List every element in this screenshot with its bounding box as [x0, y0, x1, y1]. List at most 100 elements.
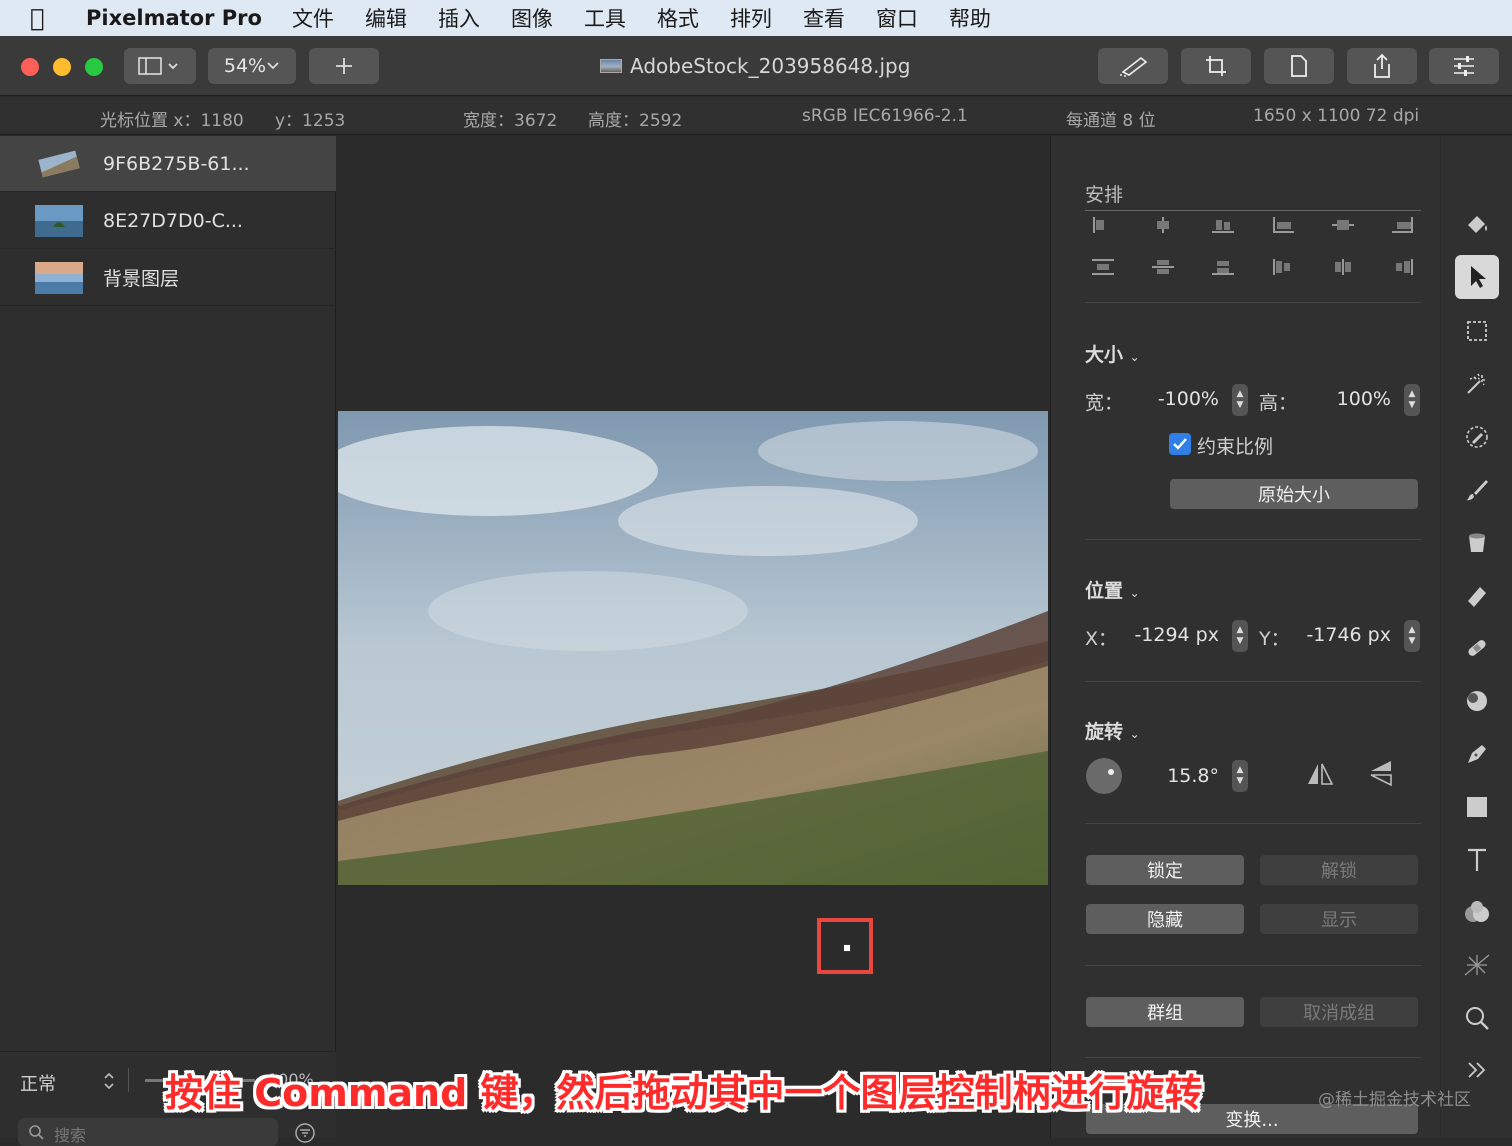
menu-tools[interactable]: 工具: [584, 3, 626, 33]
height-stepper[interactable]: ▲ ▼: [1404, 384, 1420, 416]
format-button[interactable]: [1264, 48, 1334, 84]
share-button[interactable]: [1347, 48, 1417, 84]
menu-image[interactable]: 图像: [511, 3, 553, 33]
zoom-tool[interactable]: [1455, 996, 1499, 1040]
erase-tool[interactable]: [1455, 574, 1499, 618]
rectangular-selection-tool[interactable]: [1455, 309, 1499, 353]
distribute-right-icon[interactable]: [1391, 258, 1415, 276]
distribute-middle-icon[interactable]: [1151, 258, 1175, 276]
chevron-down-icon: ⌄: [1129, 727, 1140, 741]
menu-file[interactable]: 文件: [292, 3, 334, 33]
shape-tool[interactable]: [1455, 785, 1499, 829]
eyedropper-icon: [1466, 426, 1488, 448]
menu-format[interactable]: 格式: [657, 3, 699, 33]
app-menu[interactable]: Pixelmator Pro: [86, 6, 262, 30]
align-right-icon[interactable]: [1391, 216, 1415, 234]
y-stepper[interactable]: ▲ ▼: [1404, 620, 1420, 652]
color-adjust-tool[interactable]: [1455, 415, 1499, 459]
layer-control-handle[interactable]: [843, 944, 851, 952]
align-center-h-icon[interactable]: [1151, 216, 1175, 234]
rotate-section-title[interactable]: 旋转 ⌄: [1085, 717, 1140, 744]
fill-tool[interactable]: [1455, 521, 1499, 565]
distribute-center-icon[interactable]: [1331, 258, 1355, 276]
up-arrow-icon: ▲: [1236, 765, 1244, 775]
constrain-proportions-checkbox[interactable]: [1169, 433, 1191, 455]
distribute-bottom-icon[interactable]: [1211, 258, 1235, 276]
show-button[interactable]: 显示: [1260, 904, 1418, 934]
ungroup-button[interactable]: 取消成组: [1260, 997, 1418, 1027]
size-section-title[interactable]: 大小 ⌄: [1085, 340, 1140, 367]
menu-insert[interactable]: 插入: [438, 3, 480, 33]
align-left-icon[interactable]: [1091, 216, 1115, 234]
close-button[interactable]: [21, 58, 39, 76]
menu-edit[interactable]: 编辑: [365, 3, 407, 33]
canvas-area[interactable]: [337, 136, 1049, 1138]
x-label: X：: [1085, 628, 1118, 650]
rotation-dial[interactable]: [1086, 758, 1122, 794]
blend-mode-select[interactable]: 正常: [20, 1070, 56, 1096]
lock-button[interactable]: 锁定: [1086, 855, 1244, 885]
down-arrow-icon: ▼: [1236, 400, 1244, 410]
width-stepper[interactable]: ▲ ▼: [1232, 384, 1248, 416]
tutorial-caption: 按住 Command 键，然后拖动其中一个图层控制柄进行旋转: [165, 1071, 1203, 1115]
rotation-handle-highlight: [817, 918, 873, 974]
brush-icon: [1120, 56, 1148, 77]
y-label: Y：: [1259, 628, 1290, 650]
ml-enhance-tool[interactable]: [1455, 943, 1499, 987]
adjustments-button[interactable]: [1429, 48, 1499, 84]
bandage-icon: [1468, 640, 1486, 656]
original-size-button[interactable]: 原始大小: [1170, 479, 1418, 509]
layer-row[interactable]: 8E27D7D0-C...: [0, 193, 336, 249]
filter-icon[interactable]: [294, 1122, 316, 1144]
quick-selection-tool[interactable]: [1455, 362, 1499, 406]
arrange-tool[interactable]: [1455, 255, 1499, 299]
distribute-top-icon[interactable]: [1091, 258, 1115, 276]
layer-name: 9F6B275B-61...: [103, 152, 250, 175]
position-section-title[interactable]: 位置 ⌄: [1085, 576, 1140, 603]
sidebar-toggle-button[interactable]: [124, 48, 196, 84]
menu-view[interactable]: 查看: [803, 3, 845, 33]
x-value-field[interactable]: -1294 px: [1125, 624, 1219, 646]
layer-thumbnail: [35, 261, 83, 294]
canvas-image[interactable]: [338, 411, 1048, 885]
unlock-button[interactable]: 解锁: [1260, 855, 1418, 885]
flip-vertical-icon[interactable]: [1369, 758, 1395, 788]
group-button[interactable]: 群组: [1086, 997, 1244, 1027]
align-middle-icon[interactable]: [1331, 216, 1355, 234]
up-arrow-icon: ▲: [1408, 389, 1416, 399]
width-value-field[interactable]: -100%: [1137, 388, 1219, 410]
type-tool[interactable]: [1455, 838, 1499, 882]
y-value-field[interactable]: -1746 px: [1295, 624, 1391, 646]
rotation-stepper[interactable]: ▲ ▼: [1232, 760, 1248, 792]
marquee-select-icon: [1467, 321, 1487, 341]
menu-window[interactable]: 窗口: [876, 3, 918, 33]
distribute-left-icon[interactable]: [1271, 258, 1295, 276]
rotation-value-field[interactable]: 15.8°: [1155, 765, 1219, 787]
menu-help[interactable]: 帮助: [949, 3, 991, 33]
retouch-tool[interactable]: [1455, 626, 1499, 670]
position-title-text: 位置: [1085, 580, 1124, 602]
repair-tool-button[interactable]: [1098, 48, 1168, 84]
align-bottom-icon[interactable]: [1211, 216, 1235, 234]
hide-button[interactable]: 隐藏: [1086, 904, 1244, 934]
minimize-button[interactable]: [53, 58, 71, 76]
height-value-field[interactable]: 100%: [1313, 388, 1391, 410]
effects-tool[interactable]: [1455, 890, 1499, 934]
apple-icon[interactable]: : [30, 4, 70, 32]
crop-button[interactable]: [1181, 48, 1251, 84]
x-stepper[interactable]: ▲ ▼: [1232, 620, 1248, 652]
layer-row[interactable]: 背景图层: [0, 250, 336, 306]
layer-search-input[interactable]: 搜索: [18, 1118, 278, 1146]
layer-row[interactable]: 9F6B275B-61...: [0, 136, 336, 192]
paint-tool[interactable]: [1455, 468, 1499, 512]
pen-tool[interactable]: [1455, 732, 1499, 776]
pen-nib-icon: [1468, 745, 1486, 763]
align-top-icon[interactable]: [1271, 216, 1295, 234]
menu-arrange[interactable]: 排列: [730, 3, 772, 33]
zoom-dropdown[interactable]: 54%: [208, 48, 296, 84]
zoom-window-button[interactable]: [85, 58, 103, 76]
add-button[interactable]: [309, 48, 379, 84]
flip-horizontal-icon[interactable]: [1305, 762, 1335, 788]
style-tool[interactable]: [1455, 202, 1499, 246]
distort-tool[interactable]: [1455, 679, 1499, 723]
